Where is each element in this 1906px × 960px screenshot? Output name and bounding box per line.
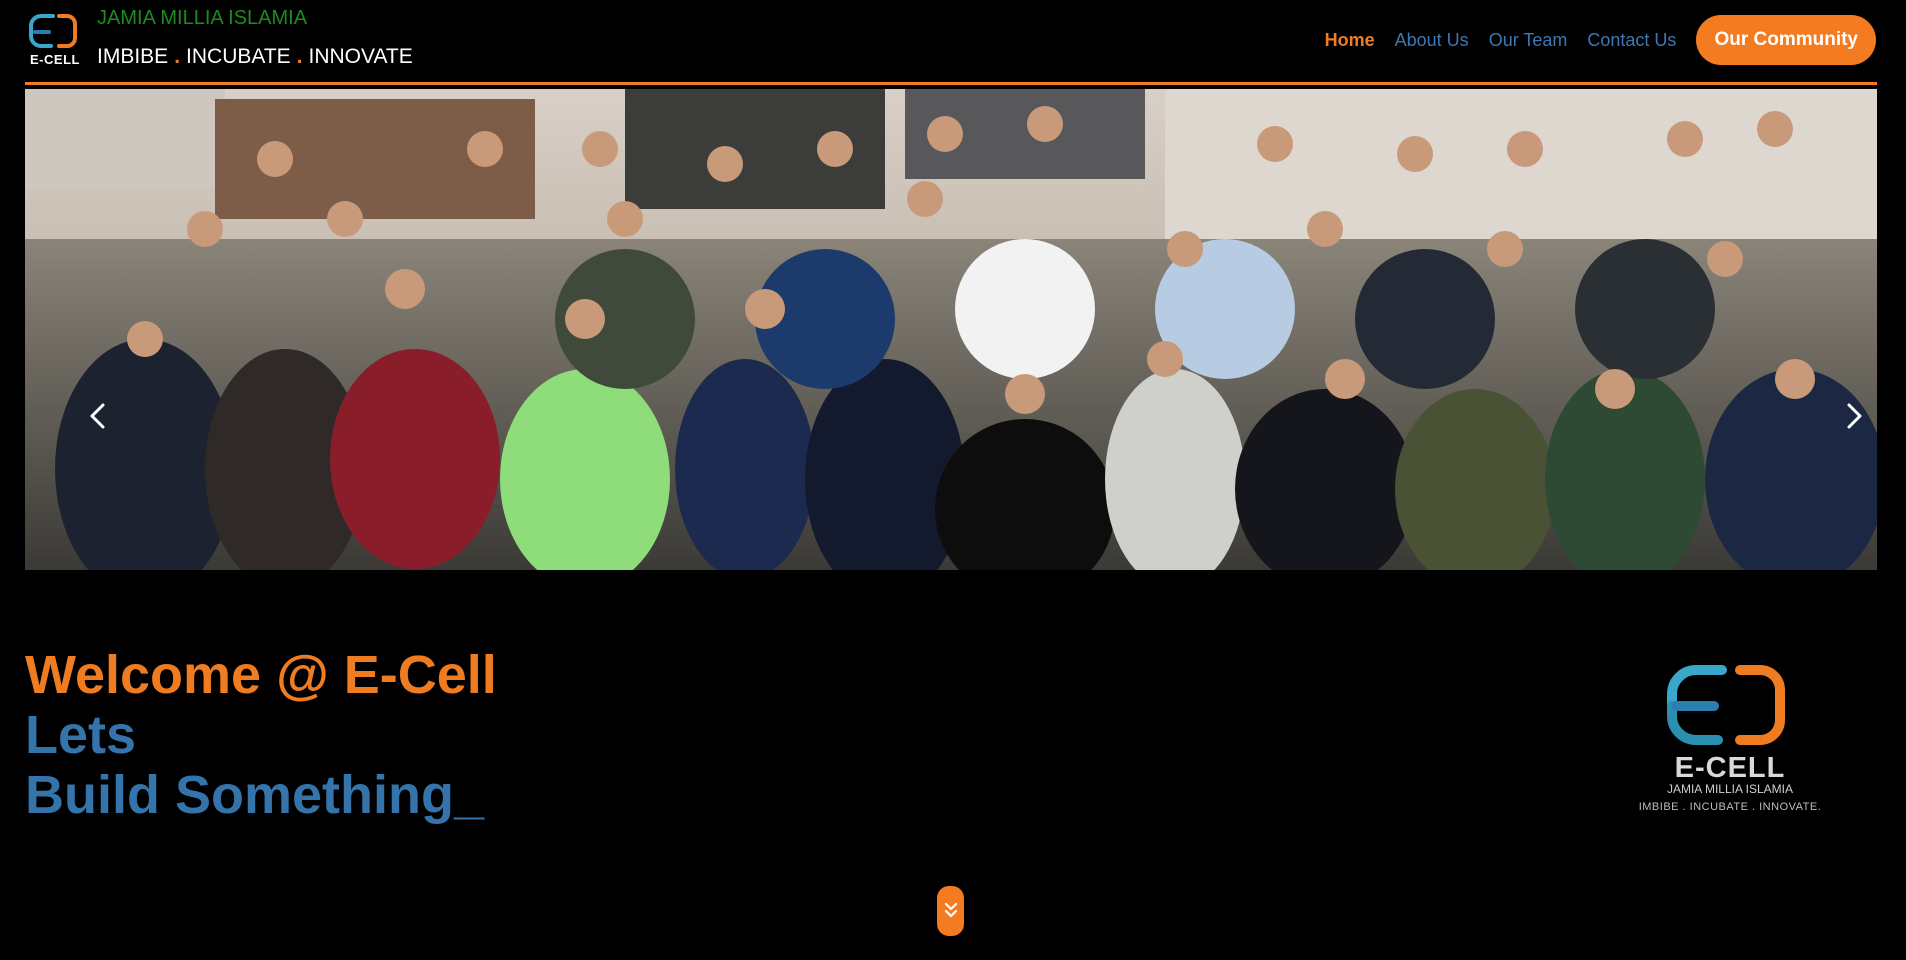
double-chevron-down-icon [944, 902, 957, 918]
nav-contact-us[interactable]: Contact Us [1587, 30, 1676, 51]
group-photo [25, 89, 1877, 570]
side-logo-wordmark: E-CELL [1674, 752, 1786, 784]
ecell-logo-icon [1667, 665, 1785, 745]
header-divider [25, 82, 1877, 85]
ecell-logo-icon [29, 14, 77, 48]
welcome-heading: Welcome @ E-Cell Lets Build Something_ [25, 645, 497, 825]
welcome-line-3: Build Something_ [25, 765, 484, 825]
welcome-line-1: Welcome @ E-Cell [25, 645, 497, 705]
our-community-button[interactable]: Our Community [1696, 15, 1876, 65]
main-nav: Home About Us Our Team Contact Us Our Co… [1325, 15, 1906, 65]
tagline-dot: . [296, 45, 303, 68]
nav-about-us[interactable]: About Us [1395, 30, 1469, 51]
site-header: E-CELL JAMIA MILLIA ISLAMIA IMBIBE. INCUB… [0, 0, 1906, 85]
ecell-side-logo: E-CELL JAMIA MILLIA ISLAMIA IMBIBE . INC… [1630, 660, 1830, 820]
chevron-right-icon[interactable] [1837, 399, 1871, 433]
logo-wordmark: E-CELL [30, 52, 80, 67]
tagline-word: IMBIBE [97, 45, 169, 68]
tagline: IMBIBE. INCUBATE. INNOVATE [97, 45, 413, 69]
side-logo-subtitle: JAMIA MILLIA ISLAMIA [1666, 782, 1794, 796]
welcome-line-2: Lets [25, 705, 137, 765]
ecell-logo[interactable]: E-CELL [26, 12, 84, 68]
scroll-down-button[interactable] [937, 886, 964, 936]
tagline-word: INNOVATE [308, 45, 413, 68]
chevron-left-icon[interactable] [81, 399, 115, 433]
nav-home[interactable]: Home [1325, 30, 1375, 51]
side-logo-tagline: IMBIBE . INCUBATE . INNOVATE. [1638, 801, 1822, 813]
hero-carousel[interactable] [25, 89, 1877, 570]
brand-name: JAMIA MILLIA ISLAMIA [97, 7, 308, 29]
tagline-word: INCUBATE [186, 45, 291, 68]
tagline-dot: . [174, 45, 181, 68]
nav-our-team[interactable]: Our Team [1489, 30, 1568, 51]
